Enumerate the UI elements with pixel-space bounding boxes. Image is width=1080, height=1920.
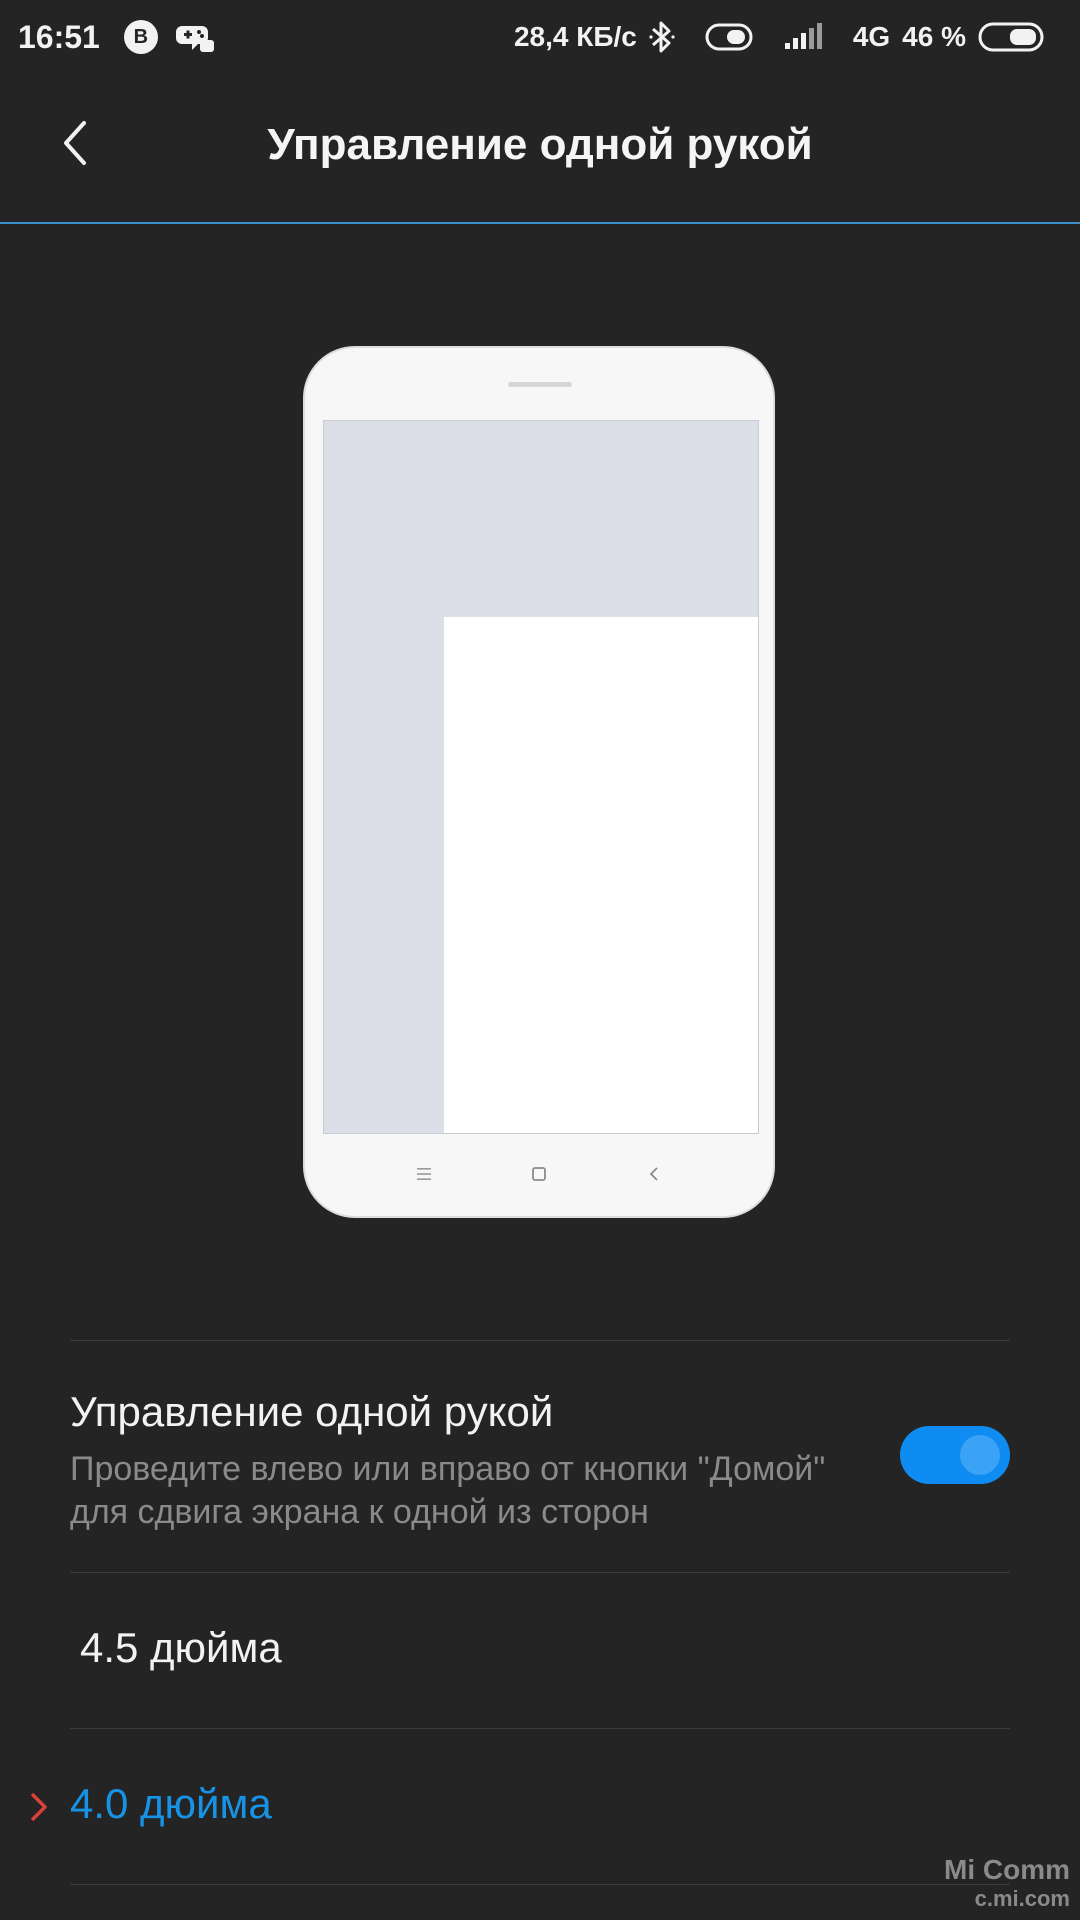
divider: [70, 1884, 1010, 1885]
one-handed-setting[interactable]: Управление одной рукой Проведите влево и…: [70, 1340, 1010, 1572]
signal-icon: [783, 23, 823, 51]
one-handed-toggle[interactable]: [900, 1426, 1010, 1484]
size-option-4-5[interactable]: 4.5 дюйма: [70, 1572, 1010, 1728]
watermark: Mi Comm c.mi.com: [944, 1854, 1070, 1912]
shrunk-screen-area: [444, 617, 758, 1133]
size-option-label: 4.5 дюйма: [80, 1624, 282, 1671]
size-option-4-0[interactable]: 4.0 дюйма: [70, 1728, 1010, 1884]
status-time: 16:51: [18, 18, 100, 55]
phone-screen: [323, 420, 759, 1134]
gamepad-icon: [175, 20, 216, 54]
header-divider: [0, 222, 1080, 224]
watermark-url: c.mi.com: [974, 1886, 1070, 1911]
watermark-brand: Mi Comm: [944, 1854, 1070, 1885]
page-title: Управление одной рукой: [267, 120, 813, 169]
menu-icon: [404, 1154, 444, 1194]
network-type: 4G: [852, 21, 891, 52]
status-right: 28,4 КБ/с 4G 46 %: [514, 19, 1062, 55]
back-icon: [634, 1154, 674, 1194]
phone-speaker: [508, 382, 572, 387]
toggle-status-icon: [705, 23, 753, 51]
size-option-label: 4.0 дюйма: [70, 1780, 272, 1827]
battery-icon: [978, 22, 1044, 52]
vk-icon: B: [123, 20, 158, 54]
selected-chevron-icon: [30, 1792, 47, 1822]
header: Управление одной рукой: [0, 80, 1080, 220]
battery-percent: 46 %: [902, 21, 966, 52]
home-icon: [519, 1154, 559, 1194]
phone-illustration: [303, 346, 775, 1218]
toggle-knob: [960, 1435, 1000, 1475]
setting-title: Управление одной рукой: [70, 1388, 554, 1435]
bluetooth-icon: [649, 19, 675, 55]
setting-description: Проведите влево или вправо от кнопки "До…: [70, 1450, 826, 1531]
phone-nav-bar: [305, 1154, 773, 1194]
status-bar: 16:51 B 28,4 КБ/с 4G 46 %: [0, 0, 1080, 74]
network-speed: 28,4 КБ/с: [513, 21, 637, 52]
